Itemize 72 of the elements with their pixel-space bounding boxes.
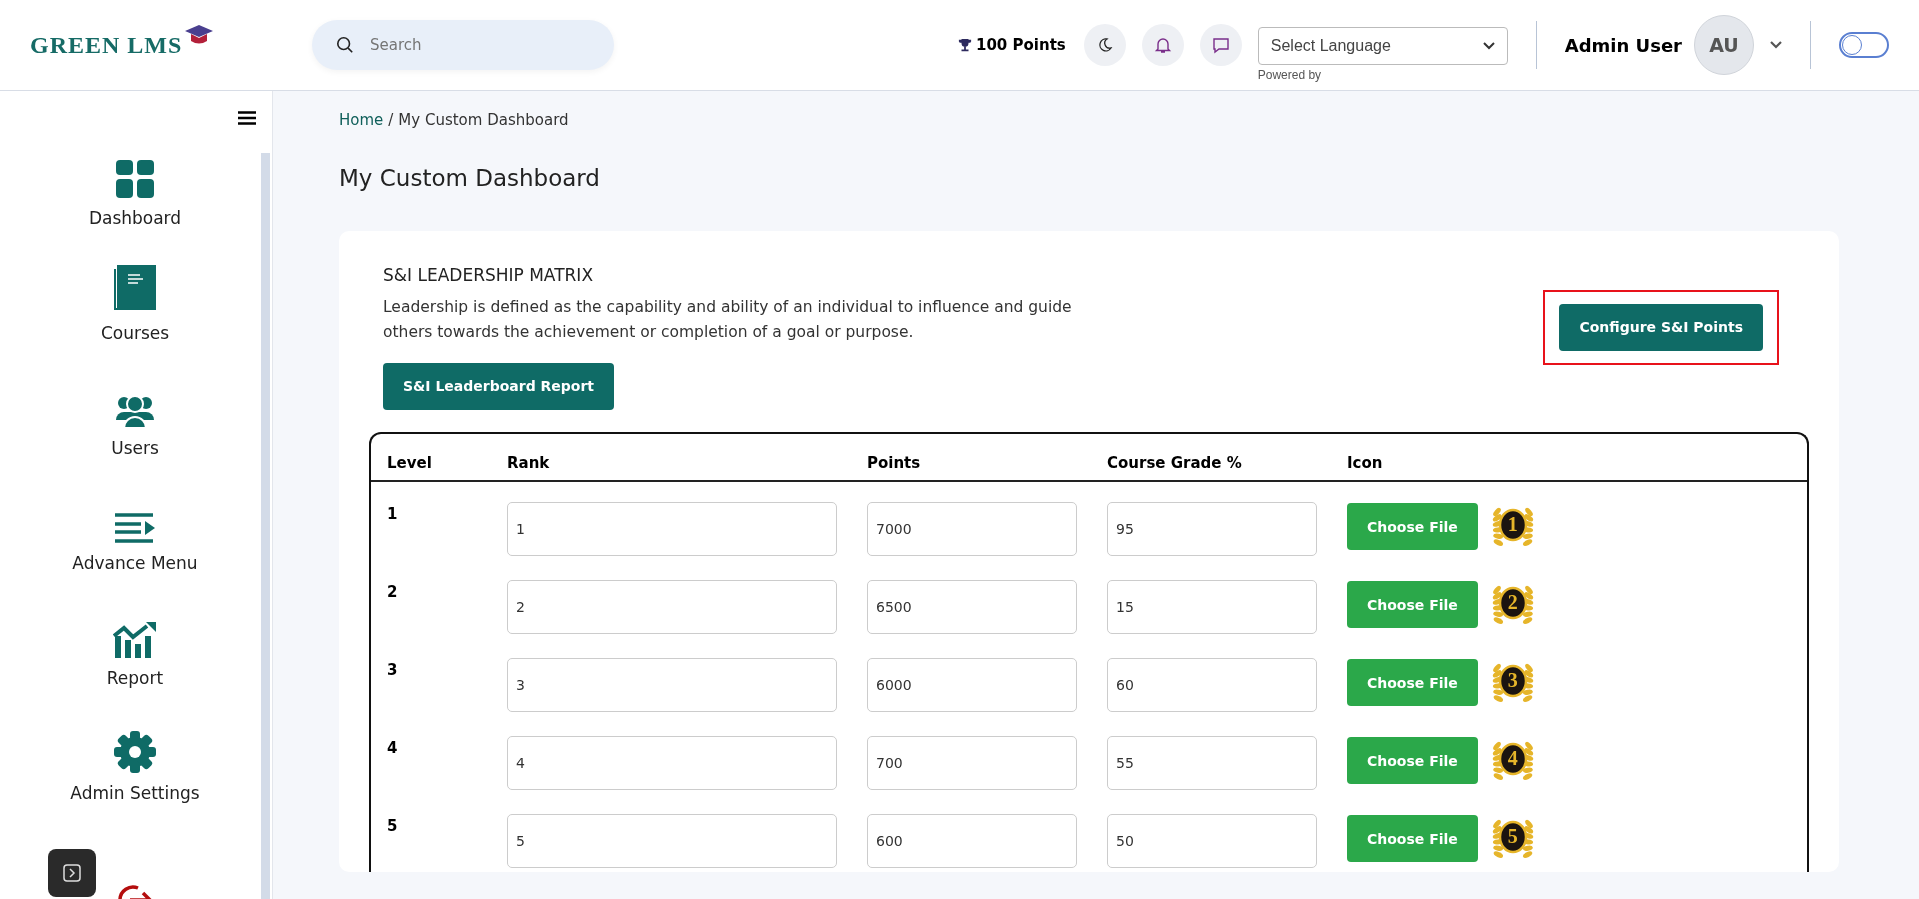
laurel-medal-badge: 1 (1489, 501, 1536, 552)
column-header: Course Grade % (1107, 453, 1243, 472)
trophy-icon (958, 38, 972, 52)
rank-field[interactable]: 5 (507, 813, 837, 868)
breadcrumb-link[interactable]: Home (339, 111, 384, 129)
menu-icon[interactable] (238, 111, 256, 125)
laurel-medal-badge: 2 (1489, 579, 1536, 630)
points-field[interactable]: 6000 (867, 657, 1077, 712)
messages-button[interactable] (1199, 24, 1242, 66)
grade-field[interactable]: 50 (1107, 813, 1317, 868)
rank-field[interactable]: 4 (507, 735, 837, 790)
level-cell-text: 5 (387, 816, 399, 835)
bell-icon (1153, 36, 1172, 54)
toggle-switch[interactable] (1839, 32, 1889, 58)
page-title: My Custom Dashboard (339, 165, 601, 191)
sidebar-item[interactable]: Dashboard (88, 208, 182, 228)
grade-field[interactable]: 95 (1107, 501, 1317, 556)
column-header: Icon (1347, 453, 1384, 472)
rank-field[interactable]: 2 (507, 579, 837, 634)
laurel-medal-badge: 4 (1489, 735, 1536, 786)
points-field[interactable]: 6500 (867, 579, 1077, 634)
section-description: Leadership is defined as the capability and ability of an individual to influence and guide others towards the achievement or completion of a goal or purpose. (383, 297, 1073, 343)
expand-panel-button[interactable] (48, 849, 96, 897)
sidebar-item[interactable]: Advance Menu (72, 553, 198, 573)
column-header: Level (387, 453, 433, 472)
graduation-cap-icon (184, 23, 215, 45)
laurel-medal-badge: 5 (1489, 813, 1536, 864)
level-cell-text: 2 (387, 582, 399, 601)
users-icon[interactable] (116, 394, 154, 428)
configure-points-button[interactable]: Configure S&I Points (1559, 303, 1763, 351)
search-field[interactable]: Search (312, 20, 614, 70)
moon-icon (1096, 37, 1113, 53)
bar-chart-trend-icon[interactable] (113, 622, 157, 658)
chevron-down-icon[interactable] (1770, 41, 1782, 49)
grade-field[interactable]: 60 (1107, 657, 1317, 712)
user-avatar[interactable]: AU (1694, 15, 1754, 75)
level-cell-text: 3 (387, 660, 399, 679)
breadcrumb-separator: / (388, 111, 394, 129)
grade-field[interactable]: 55 (1107, 735, 1317, 790)
book-icon[interactable] (114, 265, 156, 313)
points-field[interactable]: 600 (867, 813, 1077, 868)
language-select[interactable]: Select Language (1257, 26, 1508, 65)
level-cell-text: 4 (387, 738, 399, 757)
dark-mode-button[interactable] (1083, 24, 1126, 66)
search-icon (336, 36, 354, 54)
chevron-down-icon (1482, 41, 1495, 50)
column-header: Rank (507, 453, 551, 472)
level-cell-text: 1 (387, 504, 399, 523)
sidebar-item[interactable]: Courses (100, 323, 170, 343)
rank-field[interactable]: 1 (507, 501, 837, 556)
points-field[interactable]: 700 (867, 735, 1077, 790)
rank-field[interactable]: 3 (507, 657, 837, 712)
scrollbar[interactable] (261, 153, 270, 899)
sidebar-item[interactable]: Report (106, 668, 164, 688)
powered-by-text: Powered by (1257, 67, 1323, 82)
points-field[interactable]: 7000 (867, 501, 1077, 556)
column-header: Points (867, 453, 922, 472)
breadcrumb-current: My Custom Dashboard (398, 111, 569, 129)
dashboard-grid-icon[interactable] (116, 160, 154, 198)
laurel-medal-badge: 3 (1489, 657, 1536, 708)
sidebar-item[interactable]: Admin Settings (70, 783, 200, 803)
chevron-right-box-icon (63, 864, 81, 882)
chat-bubble-icon (1211, 36, 1230, 54)
points-text: 100 Points (976, 36, 1066, 54)
notifications-button[interactable] (1141, 24, 1184, 66)
logo-text: GREEN LMS (30, 31, 183, 59)
user-name: Admin User (1564, 34, 1682, 56)
section-title: S&I LEADERSHIP MATRIX (383, 265, 595, 285)
leaderboard-report-button[interactable]: S&I Leaderboard Report (383, 362, 615, 410)
grade-field[interactable]: 15 (1107, 579, 1317, 634)
list-arrow-icon[interactable] (115, 513, 155, 543)
sidebar-item[interactable]: Users (111, 438, 159, 458)
